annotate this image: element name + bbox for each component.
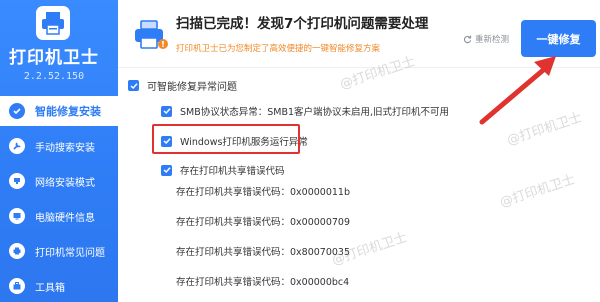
printer-logo-icon bbox=[42, 12, 64, 35]
app-logo bbox=[36, 6, 70, 40]
sidebar-item-smart-repair[interactable]: 智能修复安装 bbox=[0, 96, 118, 126]
check-icon bbox=[129, 82, 138, 89]
issue-group-header[interactable]: 可智能修复异常问题 bbox=[128, 78, 237, 93]
check-icon bbox=[162, 108, 171, 115]
sidebar-item-label: 智能修复安装 bbox=[35, 105, 101, 118]
scan-result-header: 扫描已完成！发现7个打印机问题需要处理 打印机卫士已为您制定了高效便捷的一键智能… bbox=[118, 0, 600, 68]
refresh-icon bbox=[463, 35, 472, 43]
printer-icon bbox=[9, 243, 25, 259]
computer-icon bbox=[9, 208, 25, 224]
sidebar-item-label: 手动搜索安装 bbox=[35, 142, 95, 154]
check-icon bbox=[162, 167, 171, 174]
checkbox-checked[interactable] bbox=[161, 105, 172, 117]
wrench-icon bbox=[9, 138, 25, 154]
network-icon bbox=[9, 173, 25, 189]
annotation-highlight-box bbox=[152, 124, 300, 154]
issue-share-errors[interactable]: 存在打印机共享错误代码 bbox=[161, 163, 285, 177]
repair-icon bbox=[9, 103, 25, 119]
sidebar-item-label: 打印机常见问题 bbox=[35, 247, 105, 259]
sidebar-item-network-install[interactable]: 网络安装模式 bbox=[0, 166, 118, 196]
scan-result-subtitle: 打印机卫士已为您制定了高效便捷的一键智能修复方案 bbox=[176, 44, 381, 54]
printer-status-icon bbox=[135, 20, 168, 49]
app-title: 打印机卫士 bbox=[9, 48, 99, 68]
recheck-link[interactable]: 重新检测 bbox=[463, 33, 509, 45]
sidebar-item-label: 网络安装模式 bbox=[35, 177, 95, 189]
one-click-repair-button[interactable]: 一键修复 bbox=[521, 20, 596, 57]
sidebar-item-faq[interactable]: 打印机常见问题 bbox=[0, 236, 118, 266]
share-error-code-row: 存在打印机共享错误代码：0x0000011b bbox=[176, 187, 351, 198]
issue-group-label: 可智能修复异常问题 bbox=[147, 82, 237, 93]
sidebar-item-toolbox[interactable]: 工具箱 bbox=[0, 271, 118, 301]
sidebar-item-label: 工具箱 bbox=[35, 282, 65, 294]
sidebar-item-hardware-info[interactable]: 电脑硬件信息 bbox=[0, 201, 118, 231]
share-error-code-row: 存在打印机共享错误代码：0x00000bc4 bbox=[176, 277, 350, 288]
checkbox-checked[interactable] bbox=[161, 164, 172, 176]
issue-smb-label: SMB协议状态异常：SMB1客户端协议未启用,旧式打印机不可用 bbox=[180, 107, 450, 118]
sidebar-item-label: 电脑硬件信息 bbox=[35, 212, 95, 224]
toolbox-icon bbox=[9, 278, 25, 294]
scan-result-title: 扫描已完成！发现7个打印机问题需要处理 bbox=[176, 16, 429, 32]
sidebar: 打印机卫士 2.2.52.150 智能修复安装 手动搜索安装 网络安装模式 电脑… bbox=[0, 0, 118, 302]
app-version: 2.2.52.150 bbox=[23, 71, 85, 82]
issue-share-errors-label: 存在打印机共享错误代码 bbox=[180, 166, 285, 177]
checkbox-checked[interactable] bbox=[128, 80, 139, 91]
share-error-code-row: 存在打印机共享错误代码：0x00000709 bbox=[176, 217, 351, 228]
issue-smb[interactable]: SMB协议状态异常：SMB1客户端协议未启用,旧式打印机不可用 bbox=[161, 104, 449, 118]
recheck-label: 重新检测 bbox=[475, 35, 510, 45]
share-error-code-row: 存在打印机共享错误代码：0x80070035 bbox=[176, 247, 351, 258]
sidebar-item-manual-search[interactable]: 手动搜索安装 bbox=[0, 131, 118, 161]
